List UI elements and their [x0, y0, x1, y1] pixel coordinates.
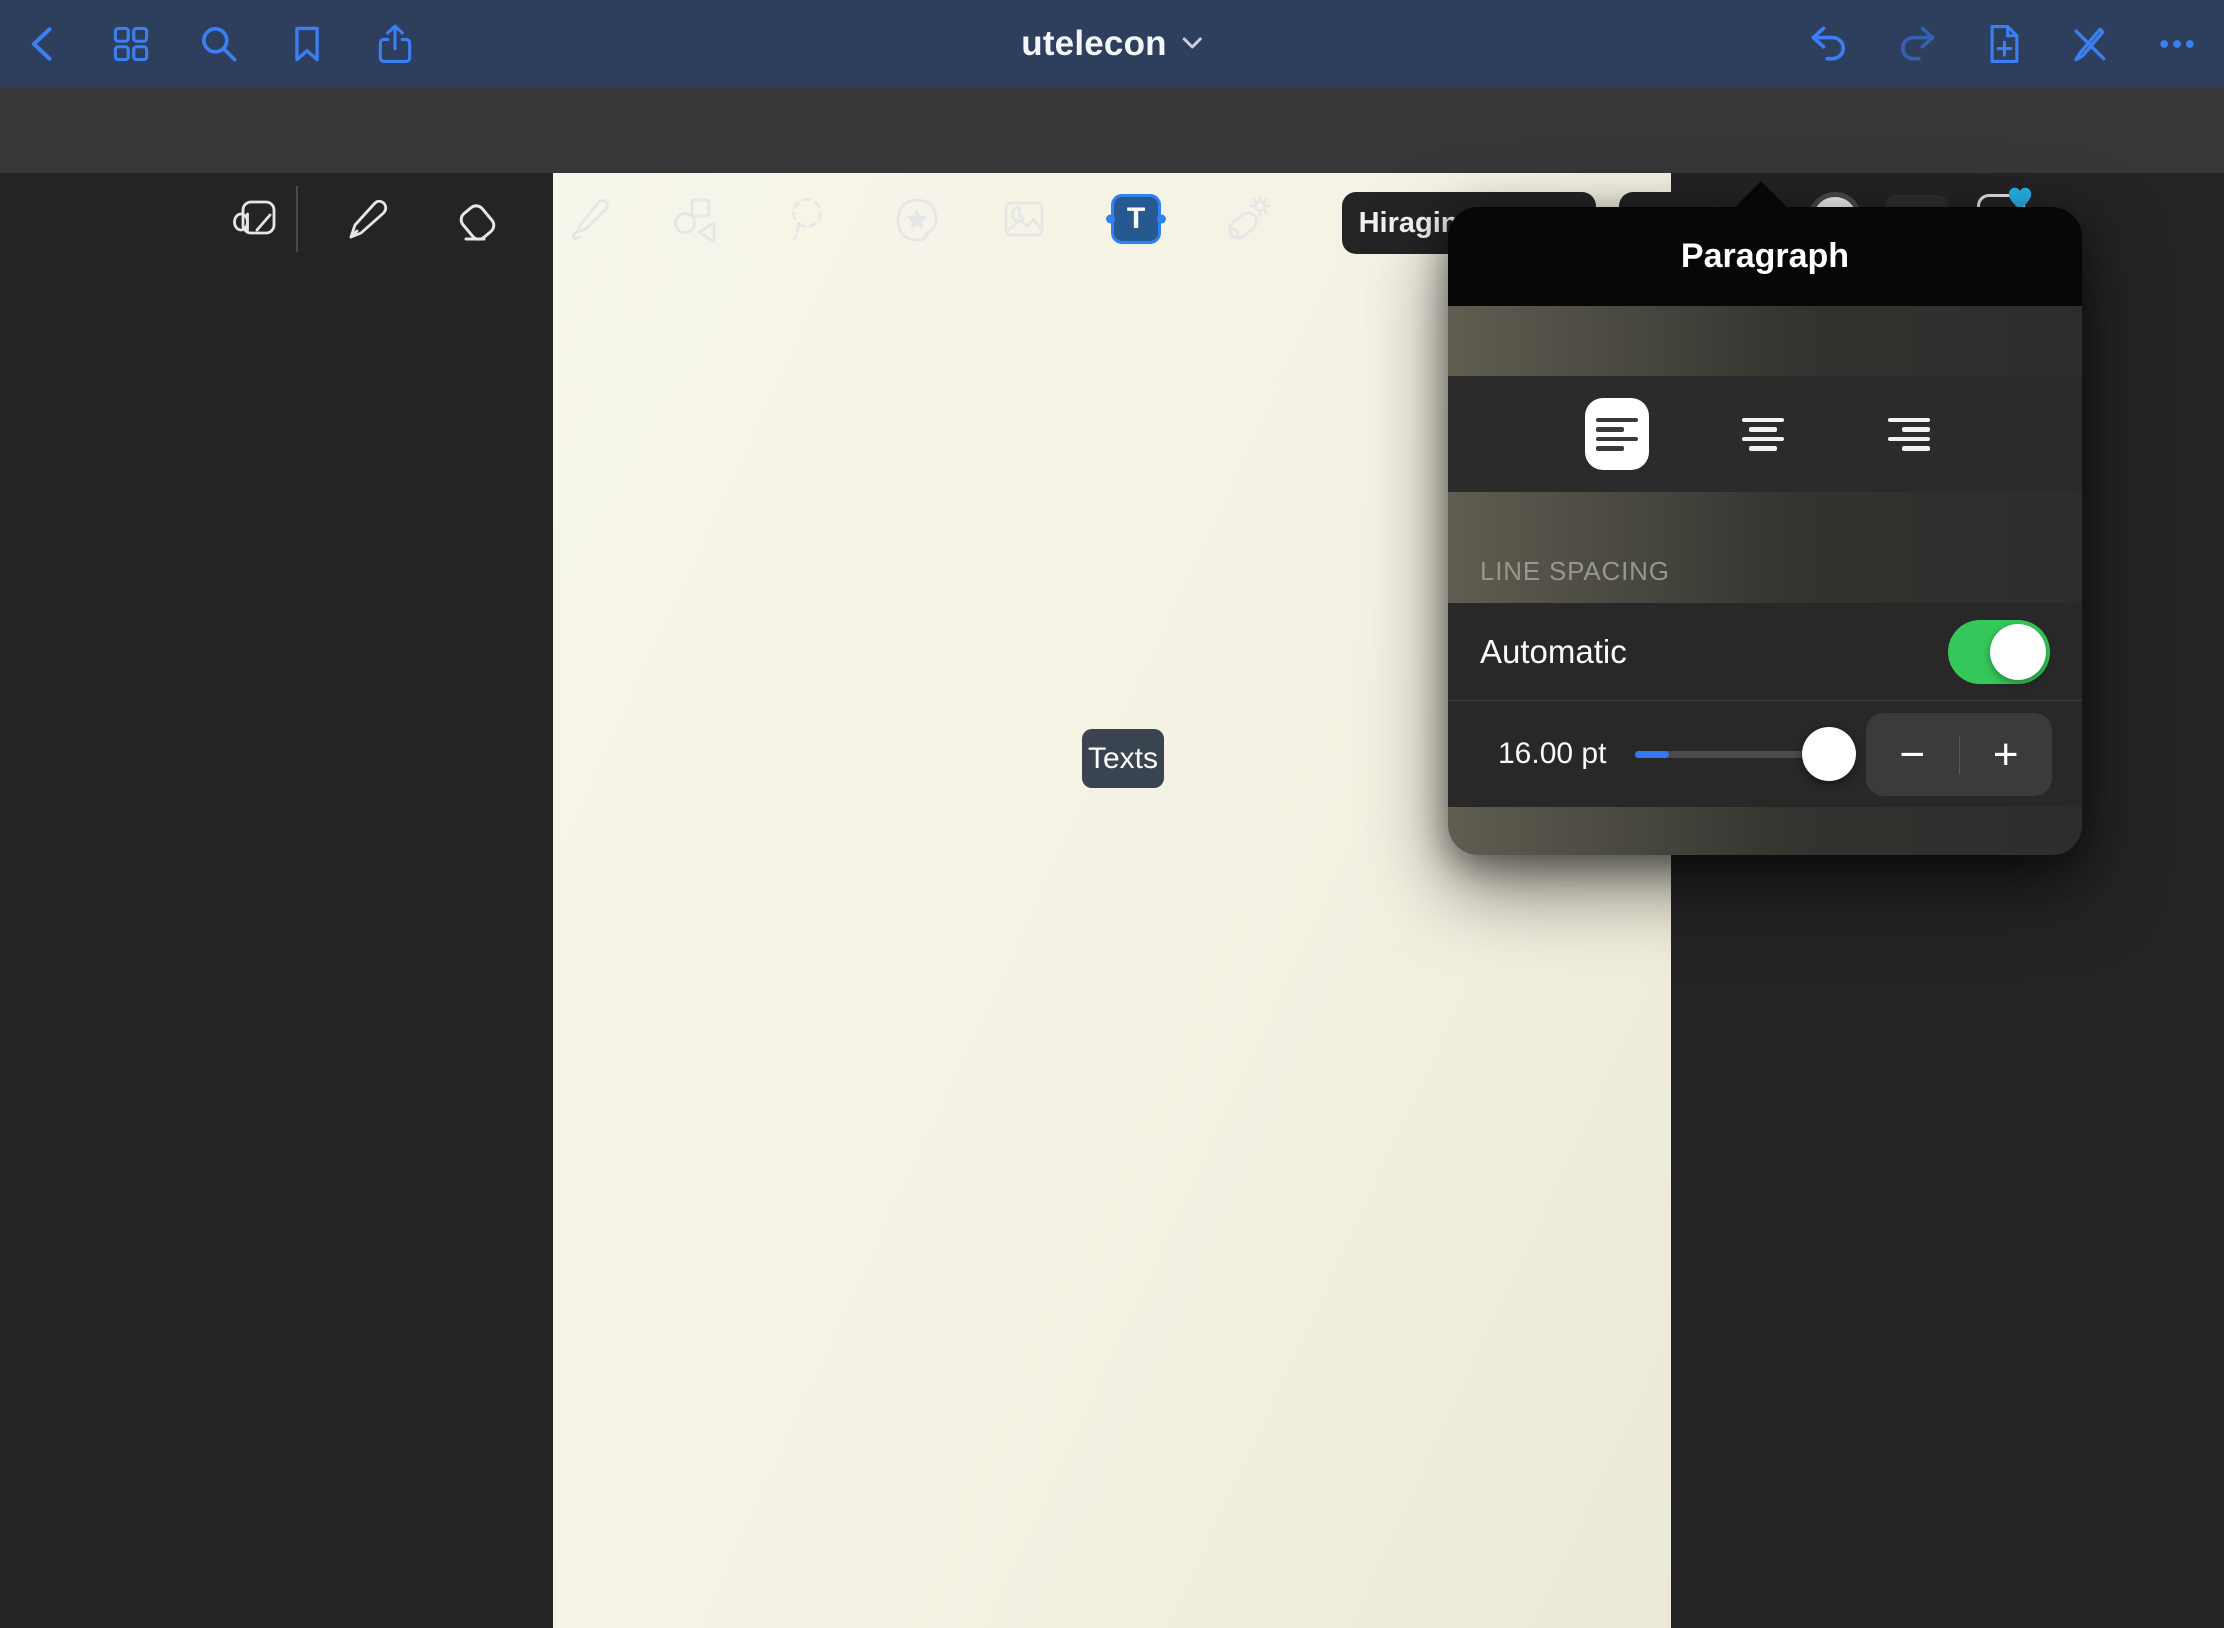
- eraser-icon: [451, 193, 503, 245]
- line-spacing-section: LINE SPACING: [1448, 492, 2082, 603]
- automatic-row: Automatic: [1448, 603, 2082, 700]
- title-chevron-down-icon: [1181, 36, 1203, 52]
- laser-pointer-tool-button[interactable]: [1219, 193, 1271, 245]
- document-title[interactable]: utelecon: [1021, 0, 1203, 88]
- toolbar-divider: [296, 186, 298, 252]
- popover-footer: [1448, 807, 2082, 855]
- text-tool-button[interactable]: T: [1111, 194, 1161, 244]
- search-icon: [197, 22, 241, 66]
- spacing-slider-row: 16.00 pt − +: [1448, 700, 2082, 807]
- pen-tool-button[interactable]: [340, 193, 392, 245]
- redo-button[interactable]: [1894, 21, 1940, 67]
- paragraph-popover: Paragraph LINE SPACING: [1448, 207, 2082, 855]
- popover-header: Paragraph: [1448, 207, 2082, 306]
- add-page-button[interactable]: [1981, 21, 2027, 67]
- scribble-convert-icon: [230, 193, 282, 245]
- text-object-label: Texts: [1088, 742, 1158, 776]
- shapes-tool-button[interactable]: [670, 193, 722, 245]
- align-center-icon: [1742, 418, 1784, 451]
- toggle-knob: [1990, 624, 2046, 680]
- elements-tool-button[interactable]: [891, 193, 943, 245]
- text-tool-right-handle: [1157, 215, 1166, 224]
- eraser-tool-button[interactable]: [451, 193, 503, 245]
- search-button[interactable]: [196, 21, 242, 67]
- back-button[interactable]: [21, 21, 67, 67]
- sticker-star-icon: [891, 193, 943, 245]
- decrease-spacing-button[interactable]: −: [1866, 713, 1959, 796]
- shapes-icon: [670, 193, 722, 245]
- slider-fill: [1635, 751, 1669, 758]
- share-icon: [373, 22, 417, 66]
- more-button[interactable]: [2154, 21, 2200, 67]
- laser-pointer-icon: [1219, 193, 1271, 245]
- grid-icon: [109, 22, 153, 66]
- line-spacing-section-label: LINE SPACING: [1480, 556, 1670, 587]
- popover-arrow: [1734, 181, 1788, 208]
- lasso-tool-button[interactable]: [780, 193, 832, 245]
- tools-bar: T HiraginoSans-... 16: [0, 88, 2224, 173]
- scribble-convert-tool-button[interactable]: [230, 193, 282, 245]
- image-icon: [998, 193, 1050, 245]
- pages-overview-button[interactable]: [108, 21, 154, 67]
- popover-title: Paragraph: [1681, 237, 1849, 276]
- alignment-row: [1448, 376, 2082, 492]
- align-right-button[interactable]: [1877, 398, 1941, 470]
- increase-spacing-button[interactable]: +: [1960, 713, 2053, 796]
- redo-icon: [1895, 22, 1939, 66]
- back-chevron-icon: [22, 22, 66, 66]
- add-page-icon: [1982, 22, 2026, 66]
- slider-knob[interactable]: [1802, 727, 1856, 781]
- highlighter-icon: [561, 193, 613, 245]
- align-center-button[interactable]: [1731, 398, 1795, 470]
- automatic-label: Automatic: [1480, 633, 1627, 671]
- undo-icon: [1807, 22, 1851, 66]
- spacing-slider[interactable]: [1635, 701, 1830, 807]
- automatic-toggle[interactable]: [1948, 620, 2050, 684]
- document-title-text: utelecon: [1021, 24, 1167, 64]
- pen-icon: [340, 193, 392, 245]
- highlighter-tool-button[interactable]: [561, 193, 613, 245]
- undo-button[interactable]: [1806, 21, 1852, 67]
- text-object[interactable]: Texts: [1082, 729, 1164, 788]
- bookmark-icon: [285, 22, 329, 66]
- nav-bar: utelecon: [0, 0, 2224, 88]
- text-tool-glyph: T: [1127, 202, 1145, 236]
- text-tool-left-handle: [1106, 215, 1115, 224]
- image-tool-button[interactable]: [998, 193, 1050, 245]
- share-button[interactable]: [372, 21, 418, 67]
- spacing-value-label: 16.00 pt: [1498, 737, 1606, 771]
- align-left-button[interactable]: [1585, 398, 1649, 470]
- pen-slash-icon: [2067, 22, 2111, 66]
- bookmark-button[interactable]: [284, 21, 330, 67]
- popover-spacer: [1448, 306, 2082, 376]
- align-left-icon: [1596, 418, 1638, 451]
- lasso-icon: [780, 193, 832, 245]
- read-only-button[interactable]: [2066, 21, 2112, 67]
- goodnotes-app-window: utelecon: [0, 0, 2224, 1628]
- align-right-icon: [1888, 418, 1930, 451]
- spacing-stepper: − +: [1866, 713, 2052, 796]
- ellipsis-icon: [2155, 22, 2199, 66]
